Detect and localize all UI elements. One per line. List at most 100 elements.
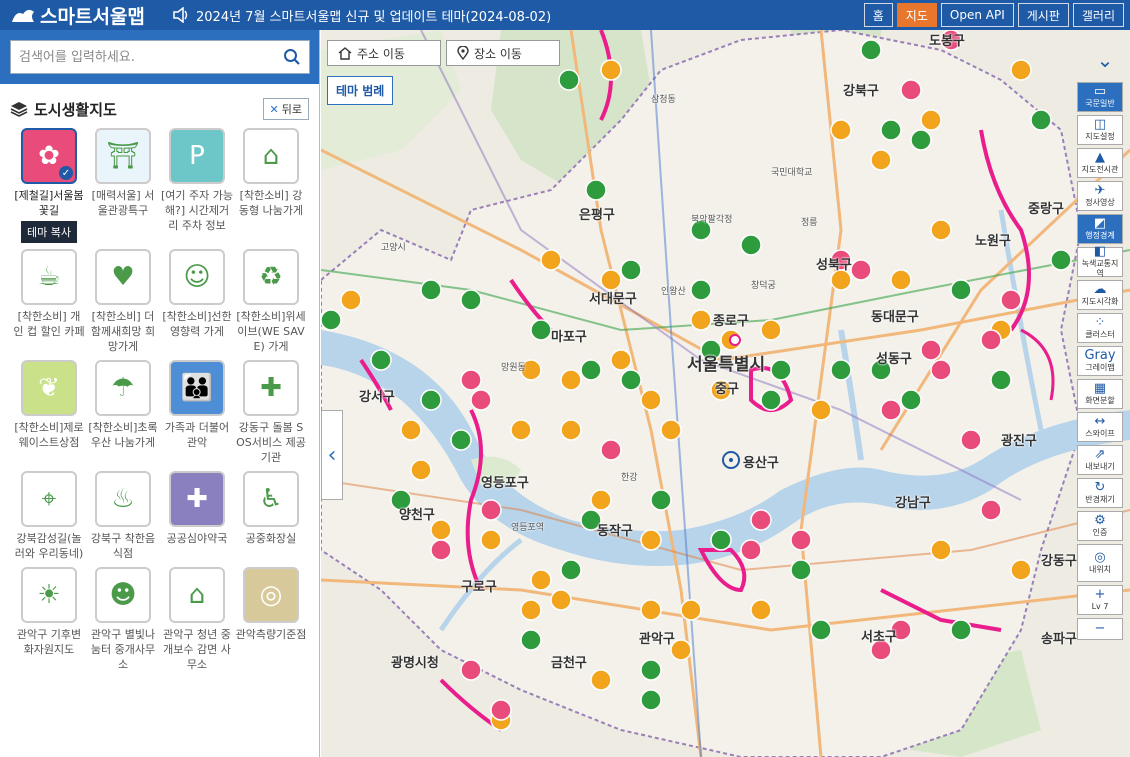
cup-icon-glyph: ☕ <box>37 262 61 292</box>
map-label-gangdong: 강동구 <box>1041 554 1077 569</box>
back-button[interactable]: ✕ 뒤로 <box>262 98 309 120</box>
map-label-geumcheon: 금천구 <box>551 656 587 671</box>
theme-tile[interactable]: 👪 가족과 더불어 관악 <box>160 360 234 465</box>
check-icon: ✓ <box>59 166 73 180</box>
tool-icon: + <box>1094 587 1106 602</box>
theme-tile[interactable]: ♻ [착한소비]위세이브(WE SAVE) 가게 <box>234 249 308 354</box>
tool-2[interactable]: ▲ 지도전시관 <box>1077 148 1123 178</box>
map-label-seoul: 서울특별시 <box>687 355 766 375</box>
theme-tile[interactable]: ☂ [착한소비]초록우산 나눔가게 <box>86 360 160 465</box>
theme-tile[interactable]: ❦ [착한소비]제로웨이스트상점 <box>12 360 86 465</box>
theme-copy-button[interactable]: 테마 복사 <box>21 221 77 243</box>
zoom-out-button[interactable]: − <box>1077 618 1123 640</box>
smile-icon-glyph: ☺ <box>183 262 211 292</box>
theme-tile-label: 관악구 청년 중개보수 감면 사무소 <box>163 628 231 671</box>
nav-gallery[interactable]: 갤러리 <box>1072 3 1124 27</box>
theme-tile[interactable]: ♥ [착한소비] 더함께새희망 희망가게 <box>86 249 160 354</box>
close-icon: ✕ <box>269 102 279 116</box>
map-label-dongjak: 동작구 <box>597 524 633 539</box>
theme-tile[interactable]: ✚ 공공심야약국 <box>160 471 234 561</box>
theme-tile-label: 공중화장실 <box>245 532 297 545</box>
nav-map[interactable]: 지도 <box>896 3 937 27</box>
tool-10[interactable]: ↔ 스와이프 <box>1077 412 1123 442</box>
search-icon[interactable] <box>283 48 301 66</box>
tool-label: 정사영상 <box>1085 198 1115 207</box>
leaf-icon: ❦ <box>21 360 77 416</box>
tool-9[interactable]: ▦ 화면분할 <box>1077 379 1123 409</box>
parking-icon: P <box>169 128 225 184</box>
notice-banner[interactable]: 2024년 7월 스마트서울맵 신규 및 업데이트 테마(2024-08-02) <box>172 6 864 25</box>
nav-board[interactable]: 게시판 <box>1017 3 1069 27</box>
map-label-eunpyeong: 은평구 <box>579 208 615 223</box>
theme-tile[interactable]: ◎ 관악측량기준점 <box>234 567 308 672</box>
theme-tile-label: 강동구 돌봄 SOS서비스 제공기관 <box>236 421 306 464</box>
map-icon: ⌖ <box>21 471 77 527</box>
umbrella-icon: ☂ <box>95 360 151 416</box>
tool-7[interactable]: ⁘ 클러스터 <box>1077 313 1123 343</box>
sidebar-collapse-button[interactable]: ‹ <box>321 410 343 500</box>
address-move-button[interactable]: 주소 이동 <box>327 40 441 66</box>
map-view[interactable]: 은평구 서대문구 종로구 성북구 강북구 노원구 도봉구 중랑구 동대문구 성동… <box>321 30 1130 757</box>
map-label-jongno: 종로구 <box>713 314 749 329</box>
theme-tile[interactable]: ⌂ 관악구 청년 중개보수 감면 사무소 <box>160 567 234 672</box>
address-move-label: 주소 이동 <box>357 46 405 61</box>
map-label-dongdaemun: 동대문구 <box>871 310 919 325</box>
flower-icon-glyph: ✿ <box>38 141 60 171</box>
tool-label: 화면분할 <box>1085 396 1115 405</box>
theme-tile[interactable]: ☕ [착한소비] 개인 컵 할인 카페 <box>12 249 86 354</box>
map-poi-8: 한강 <box>621 473 638 483</box>
theme-tile[interactable]: P [여기 주자 가능해?] 시간제거리 주차 정보 <box>160 128 234 243</box>
theme-tile[interactable]: ☺ [착한소비]선한영향력 가게 <box>160 249 234 354</box>
tool-4[interactable]: ◩ 행정경계 <box>1077 214 1123 244</box>
tool-1[interactable]: ◫ 지도설정 <box>1077 115 1123 145</box>
tool-15[interactable]: + Lv 7 <box>1077 585 1123 615</box>
tool-8[interactable]: Gray 그레이맵 <box>1077 346 1123 376</box>
logo[interactable]: 스마트서울맵 <box>0 2 172 29</box>
family-icon-glyph: 👪 <box>180 373 214 403</box>
theme-tile[interactable]: ♿ 공중화장실 <box>234 471 308 561</box>
theme-tile[interactable]: ☻ 관악구 별빛나눔터 중개사무소 <box>86 567 160 672</box>
theme-tile[interactable]: ☀ 관악구 기후변화자원지도 <box>12 567 86 672</box>
theme-tile[interactable]: ✿ ✓ [제철길]서울봄꽃길 테마 복사 <box>12 128 86 243</box>
home-icon <box>338 46 352 60</box>
food-icon: ♨ <box>95 471 151 527</box>
tool-icon: ↔ <box>1094 414 1106 429</box>
theme-tile[interactable]: ⛩ [매력서울] 서울관광특구 <box>86 128 160 243</box>
tool-0[interactable]: ▭ 국문일반 <box>1077 82 1123 112</box>
theme-tile[interactable]: ♨ 강북구 착한음식점 <box>86 471 160 561</box>
search-area <box>0 30 319 84</box>
theme-tile-label: [착한소비] 개인 컵 할인 카페 <box>13 310 85 338</box>
toilet-icon: ♿ <box>243 471 299 527</box>
sun-icon: ☀ <box>21 567 77 623</box>
place-move-button[interactable]: 장소 이동 <box>446 40 560 66</box>
search-input[interactable] <box>19 49 283 65</box>
theme-tile[interactable]: ✚ 강동구 돌봄 SOS서비스 제공기관 <box>234 360 308 465</box>
map-poi-6: 망원동 <box>501 363 526 373</box>
sun-icon-glyph: ☀ <box>37 580 61 610</box>
tool-label: 국문일반 <box>1085 99 1115 108</box>
survey-icon-glyph: ◎ <box>259 580 283 610</box>
wesave-icon: ♻ <box>243 249 299 305</box>
tool-icon: ◎ <box>1094 550 1106 565</box>
nav-open-api[interactable]: Open API <box>940 3 1014 27</box>
theme-tile[interactable]: ⌖ 강북감성길(놀러와 우리동네) <box>12 471 86 561</box>
theme-legend-button[interactable]: 테마 범례 <box>327 76 394 105</box>
tool-12[interactable]: ↻ 반경재기 <box>1077 478 1123 508</box>
tool-13[interactable]: ⚙ 인증 <box>1077 511 1123 541</box>
tool-3[interactable]: ✈ 정사영상 <box>1077 181 1123 211</box>
map-label-dobong: 도봉구 <box>929 34 965 49</box>
speaker-icon <box>173 7 188 23</box>
nav-home[interactable]: 홈 <box>863 3 893 27</box>
tool-11[interactable]: ⇗ 내보내기 <box>1077 445 1123 475</box>
tool-icon: ↻ <box>1094 480 1106 495</box>
tool-label: 클러스터 <box>1085 330 1115 339</box>
map-label-nowon: 노원구 <box>975 234 1011 249</box>
tool-5[interactable]: ◧ 녹색교통지역 <box>1077 245 1123 278</box>
map-label-seodaemun: 서대문구 <box>589 292 637 307</box>
tool-icon: ◩ <box>1093 216 1107 231</box>
hope-icon-glyph: ♥ <box>111 262 135 292</box>
theme-tile[interactable]: ⌂ [착한소비] 강동형 나눔가게 <box>234 128 308 243</box>
tool-6[interactable]: ☁ 지도시각화 <box>1077 280 1123 310</box>
tool-14[interactable]: ◎ 내위치 <box>1077 544 1123 582</box>
toolbar-collapse-button[interactable]: ⌄ <box>1085 46 1125 74</box>
